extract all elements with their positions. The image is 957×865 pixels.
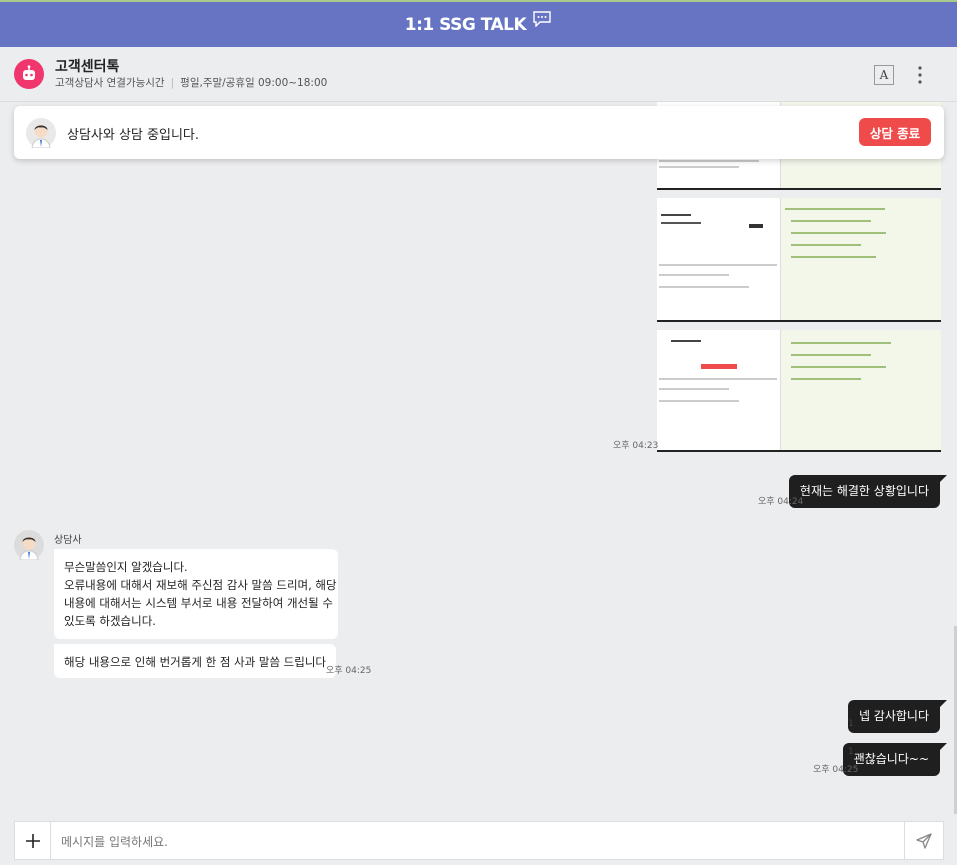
agent-avatar-icon (26, 118, 56, 152)
screenshot-devtools (781, 198, 941, 322)
message-text: 현재는 해결한 상황입니다 (799, 484, 929, 498)
message-text: 넵 감사합니다 (858, 709, 929, 723)
screenshot-page (657, 198, 781, 322)
screenshot-line (791, 244, 861, 246)
message-line: 내용에 대해서는 시스템 부서로 내용 전달하여 개선될 수 (64, 596, 333, 610)
message-time: 오후 04:23 (613, 441, 659, 451)
screenshot-line (659, 166, 739, 168)
message-line: 무슨말씀인지 알겠습니다. (64, 560, 188, 574)
user-message-bubble: 넵 감사합니다 (847, 700, 948, 733)
title-bar: 1:1 SSG TALK (0, 0, 957, 47)
agent-avatar-icon (14, 530, 44, 564)
service-hours: 고객상담사 연결가능시간 | 평일,주말/공휴일 09:00~18:00 (55, 75, 327, 90)
send-icon[interactable] (904, 822, 943, 859)
screenshot-image[interactable] (657, 198, 941, 322)
screenshot-line (671, 340, 701, 342)
screenshot-line (659, 274, 729, 276)
screenshot-line (659, 388, 729, 390)
screenshot-line (659, 378, 777, 380)
chat-area[interactable]: 상담사와 상담 중입니다. 상담 종료 오후 04:23 현재는 해결한 상황입… (0, 102, 957, 814)
screenshot-taskbar (657, 320, 941, 322)
channel-name: 고객센터톡 (55, 59, 120, 75)
screenshot-line (791, 378, 861, 380)
chat-header: 고객센터톡 고객상담사 연결가능시간 | 평일,주말/공휴일 09:00~18:00… (0, 47, 957, 102)
screenshot-line (791, 354, 871, 356)
message-line: 오류내용에 대해서 재보해 주신점 감사 말씀 드리며, 해당 (64, 578, 337, 592)
screenshot-line (791, 220, 871, 222)
message-text: 해당 내용으로 인해 번거롭게 한 점 사과 말씀 드립니다 (64, 655, 327, 669)
screenshot-devtools (781, 330, 941, 452)
screenshot-line (661, 222, 701, 224)
agent-name: 상담사 (54, 535, 82, 546)
message-line: 있도록 하겠습니다. (64, 614, 156, 628)
screenshot-line (785, 208, 885, 210)
agent-message-bubble: 해당 내용으로 인해 번거롭게 한 점 사과 말씀 드립니다 (54, 644, 337, 678)
message-time: 오후 04:25 (326, 666, 372, 676)
screenshot-line (791, 232, 886, 234)
more-vertical-icon[interactable] (912, 63, 928, 87)
divider: | (170, 77, 175, 89)
screenshot-line (701, 364, 737, 369)
screenshot-line (791, 366, 886, 368)
screenshot-line (749, 224, 763, 228)
screenshot-taskbar (657, 450, 941, 452)
agent-message-bubble: 무슨말씀인지 알겠습니다. 오류내용에 대해서 재보해 주신점 감사 말씀 드리… (54, 549, 338, 639)
chat-bubble-icon (532, 10, 552, 31)
screenshot-line (791, 342, 891, 344)
consultation-banner: 상담사와 상담 중입니다. 상담 종료 (14, 106, 944, 159)
bot-icon (14, 59, 44, 89)
service-hours-value: 평일,주말/공휴일 09:00~18:00 (180, 77, 328, 89)
screenshot-line (661, 214, 691, 216)
screenshot-line (659, 264, 777, 266)
screenshot-line (659, 400, 739, 402)
plus-icon[interactable] (15, 822, 51, 859)
screenshot-line (791, 256, 876, 258)
message-text: 괜찮습니다~~ (853, 752, 929, 766)
unread-count: 1 (848, 747, 854, 757)
screenshot-page (657, 330, 781, 452)
screenshot-line (659, 160, 759, 162)
message-input[interactable] (59, 831, 903, 853)
message-time: 오후 04:25 (813, 765, 859, 775)
service-hours-label: 고객상담사 연결가능시간 (55, 77, 165, 89)
screenshot-taskbar (657, 188, 941, 190)
font-size-icon[interactable]: A (874, 65, 894, 85)
app-title: 1:1 SSG TALK (404, 14, 527, 35)
end-consultation-button[interactable]: 상담 종료 (859, 118, 931, 146)
message-time: 오후 04:24 (758, 497, 804, 507)
banner-text: 상담사와 상담 중입니다. (67, 128, 199, 143)
screenshot-image[interactable] (657, 330, 941, 452)
unread-count: 1 (848, 719, 854, 729)
user-message-bubble: 현재는 해결한 상황입니다 (788, 475, 948, 508)
screenshot-line (659, 286, 749, 288)
message-composer (14, 821, 944, 860)
